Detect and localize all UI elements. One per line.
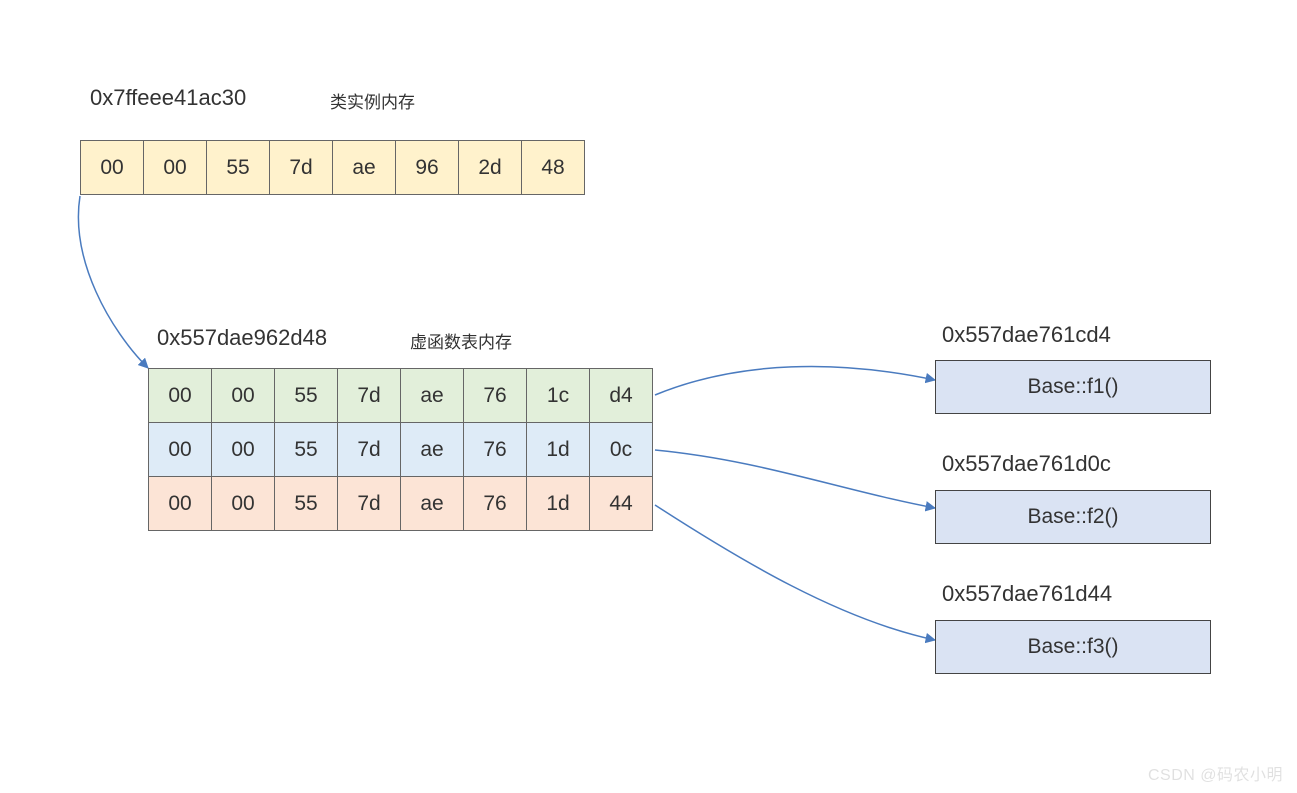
byte-cell: 48 [521, 140, 585, 195]
func-box-1: Base::f2() [935, 490, 1211, 544]
func-address-1: 0x557dae761d0c [942, 451, 1111, 477]
byte-cell: ae [400, 476, 464, 531]
byte-cell: 76 [463, 476, 527, 531]
instance-address: 0x7ffeee41ac30 [90, 85, 246, 111]
instance-label: 类实例内存 [330, 88, 415, 113]
byte-cell: ae [400, 368, 464, 423]
byte-cell: d4 [589, 368, 653, 423]
byte-cell: 00 [148, 368, 212, 423]
byte-cell: 7d [269, 140, 333, 195]
byte-cell: 7d [337, 368, 401, 423]
byte-cell: 00 [211, 476, 275, 531]
byte-cell: 0c [589, 422, 653, 477]
byte-cell: 55 [274, 368, 338, 423]
byte-cell: 76 [463, 422, 527, 477]
byte-cell: 00 [80, 140, 144, 195]
byte-cell: 96 [395, 140, 459, 195]
func-address-0: 0x557dae761cd4 [942, 322, 1111, 348]
vtable-row-1: 00 00 55 7d ae 76 1d 0c [148, 422, 653, 477]
byte-cell: ae [332, 140, 396, 195]
vtable-row-2: 00 00 55 7d ae 76 1d 44 [148, 476, 653, 531]
func-box-0: Base::f1() [935, 360, 1211, 414]
byte-cell: 2d [458, 140, 522, 195]
byte-cell: 76 [463, 368, 527, 423]
func-address-2: 0x557dae761d44 [942, 581, 1112, 607]
byte-cell: 7d [337, 422, 401, 477]
watermark: CSDN @码农小明 [1148, 761, 1283, 785]
byte-cell: 00 [148, 422, 212, 477]
func-box-2: Base::f3() [935, 620, 1211, 674]
byte-cell: 44 [589, 476, 653, 531]
vtable-label: 虚函数表内存 [410, 328, 512, 353]
vtable-row-0: 00 00 55 7d ae 76 1c d4 [148, 368, 653, 423]
byte-cell: ae [400, 422, 464, 477]
byte-cell: 1c [526, 368, 590, 423]
byte-cell: 7d [337, 476, 401, 531]
func-name: Base::f1() [1027, 375, 1118, 399]
byte-cell: 00 [211, 368, 275, 423]
func-name: Base::f2() [1027, 505, 1118, 529]
byte-cell: 00 [148, 476, 212, 531]
byte-cell: 55 [274, 422, 338, 477]
byte-cell: 55 [274, 476, 338, 531]
byte-cell: 1d [526, 422, 590, 477]
func-name: Base::f3() [1027, 635, 1118, 659]
byte-cell: 1d [526, 476, 590, 531]
byte-cell: 00 [211, 422, 275, 477]
byte-cell: 55 [206, 140, 270, 195]
instance-bytes-row: 00 00 55 7d ae 96 2d 48 [80, 140, 585, 195]
byte-cell: 00 [143, 140, 207, 195]
vtable-address: 0x557dae962d48 [157, 325, 327, 351]
